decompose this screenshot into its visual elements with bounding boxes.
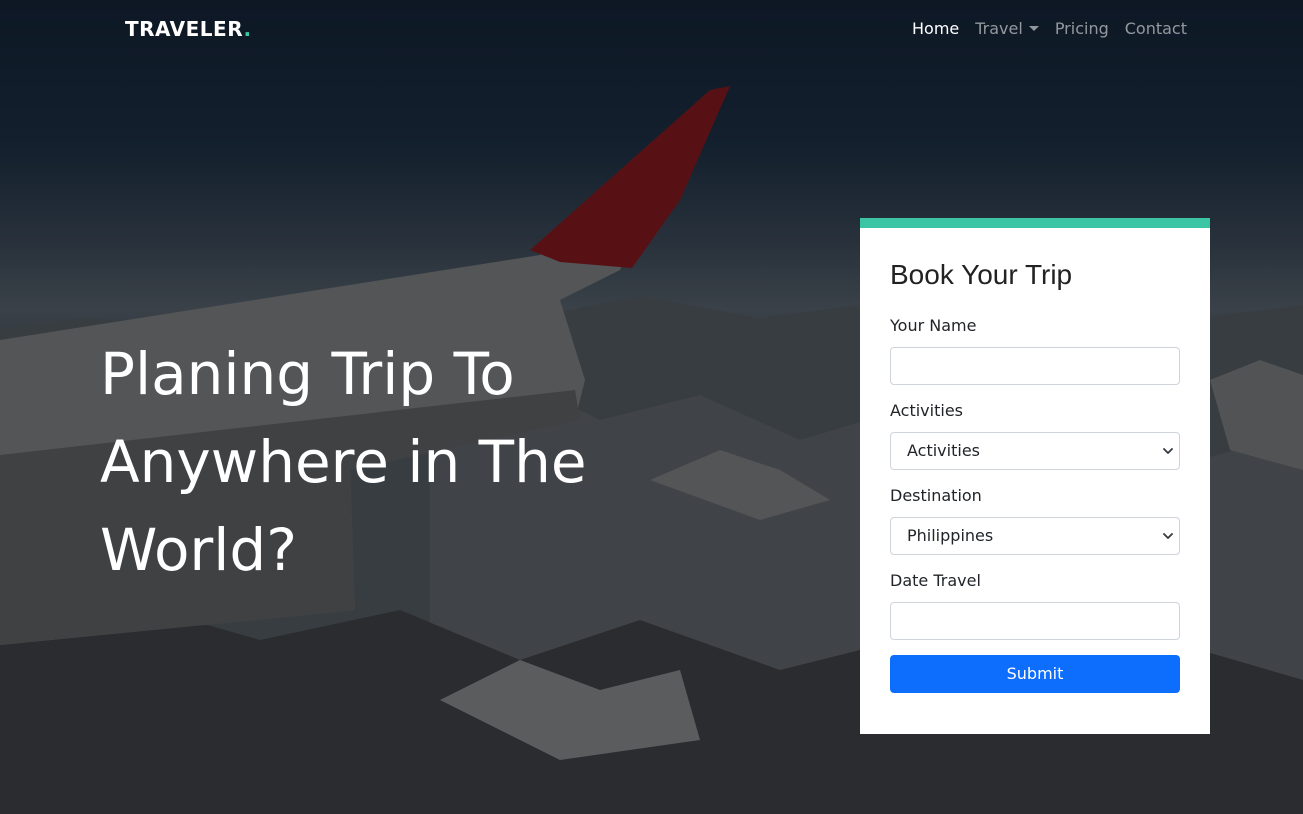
- chevron-down-icon: [1163, 533, 1173, 539]
- chevron-down-icon: [1163, 448, 1173, 454]
- date-label: Date Travel: [890, 571, 981, 590]
- nav-links: Home Travel Pricing Contact: [912, 18, 1187, 40]
- brand-name: TRAVELER: [125, 17, 244, 41]
- name-input[interactable]: [890, 347, 1180, 385]
- destination-select[interactable]: Philippines: [890, 517, 1180, 555]
- top-navbar: TRAVELER. Home Travel Pricing Contact: [0, 0, 1303, 58]
- nav-link-travel-label: Travel: [975, 19, 1023, 38]
- booking-form-card: Book Your Trip Your Name Activities Acti…: [860, 218, 1210, 734]
- destination-selected-value: Philippines: [907, 526, 994, 545]
- nav-link-pricing[interactable]: Pricing: [1055, 18, 1109, 40]
- activities-field-group: Activities Activities: [890, 401, 1180, 470]
- submit-button[interactable]: Submit: [890, 655, 1180, 693]
- name-field-group: Your Name: [890, 316, 1180, 385]
- date-travel-input[interactable]: [890, 602, 1180, 640]
- brand-dot: .: [243, 17, 252, 41]
- nav-link-contact[interactable]: Contact: [1125, 18, 1187, 40]
- activities-label: Activities: [890, 401, 963, 420]
- hero-headline: Planing Trip To Anywhere in The World?: [100, 340, 587, 584]
- activities-select[interactable]: Activities: [890, 432, 1180, 470]
- nav-link-travel-dropdown[interactable]: Travel: [975, 18, 1039, 40]
- date-field-group: Date Travel: [890, 571, 1180, 640]
- caret-down-icon: [1028, 26, 1039, 31]
- booking-form-title: Book Your Trip: [890, 259, 1073, 290]
- nav-link-home[interactable]: Home: [912, 18, 959, 40]
- brand-logo[interactable]: TRAVELER.: [125, 17, 252, 41]
- activities-selected-value: Activities: [907, 441, 980, 460]
- destination-field-group: Destination Philippines: [890, 486, 1180, 555]
- destination-label: Destination: [890, 486, 982, 505]
- name-label: Your Name: [890, 316, 977, 335]
